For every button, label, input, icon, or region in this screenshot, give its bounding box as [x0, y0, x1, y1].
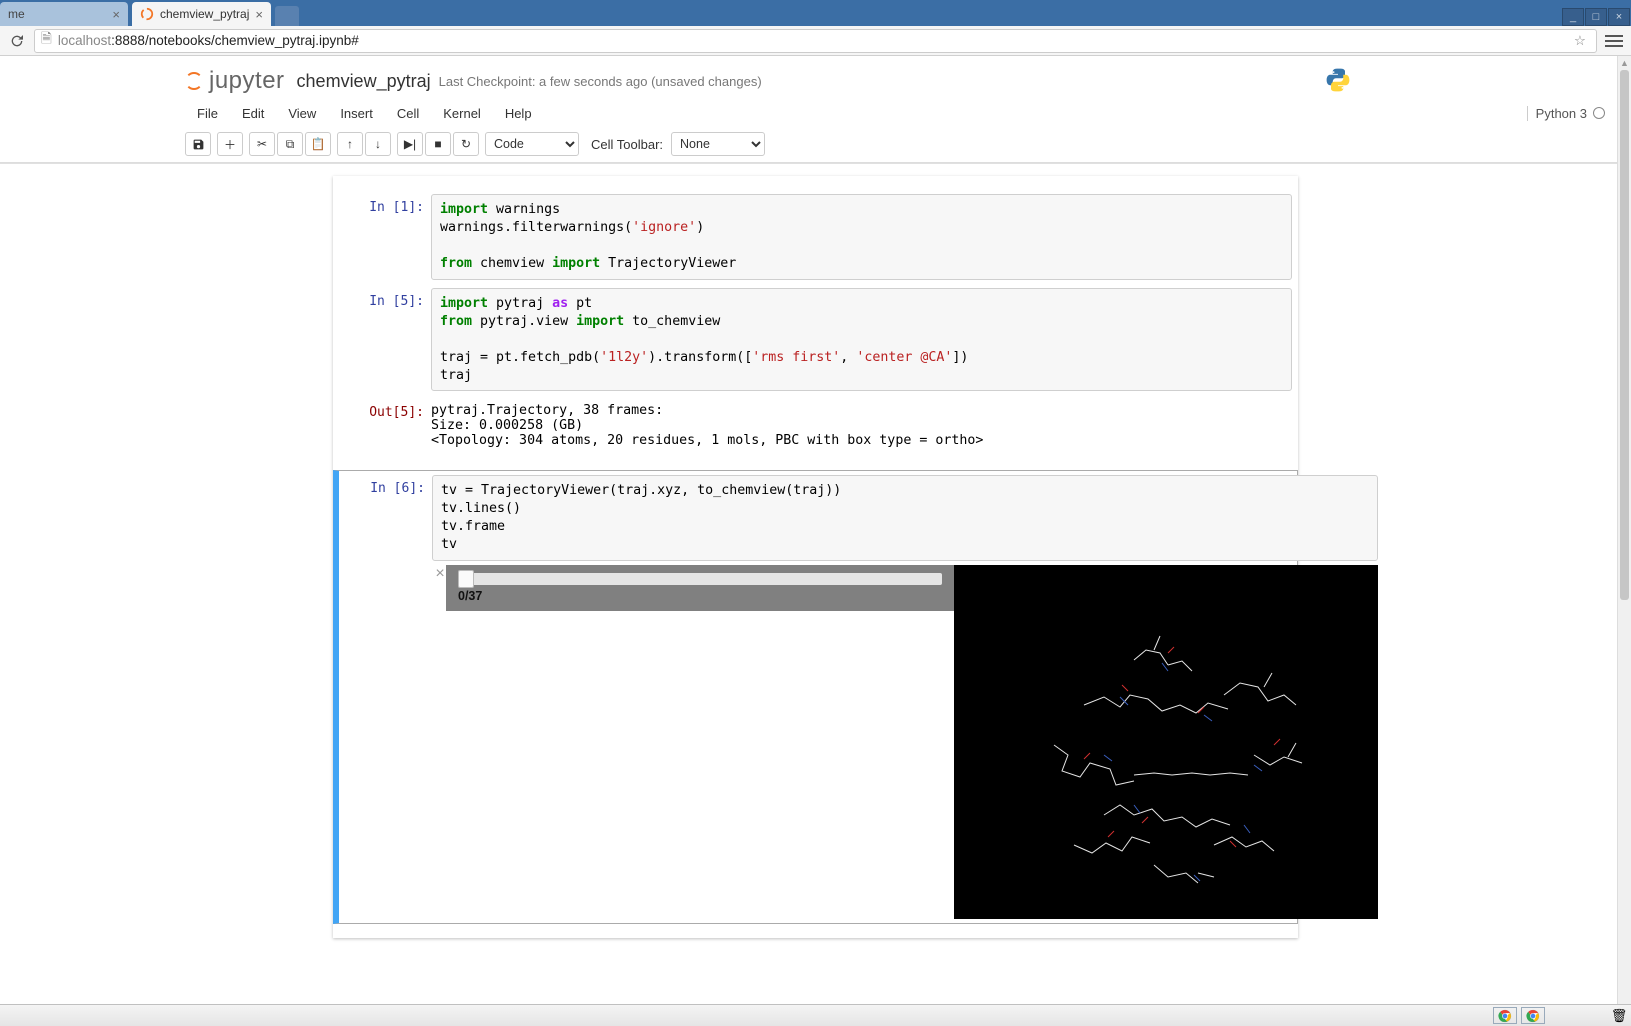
- jupyter-favicon: [140, 7, 154, 21]
- output-prompt: Out[5]:: [339, 399, 431, 456]
- new-tab-button[interactable]: [275, 6, 299, 26]
- url-path: :8888/notebooks/chemview_pytraj.ipynb#: [111, 33, 359, 48]
- tray-trash-icon[interactable]: 🗑: [1607, 1005, 1631, 1026]
- code-input[interactable]: import warnings warnings.filterwarnings(…: [431, 194, 1292, 280]
- notebook-name[interactable]: chemview_pytraj: [297, 71, 431, 92]
- output-text: pytraj.Trajectory, 38 frames: Size: 0.00…: [431, 399, 1292, 456]
- tray-chrome-icon-2[interactable]: [1521, 1007, 1545, 1024]
- code-cell[interactable]: In [5]: import pytraj as pt from pytraj.…: [333, 284, 1298, 396]
- kernel-name: Python 3: [1536, 106, 1587, 121]
- output-cell: Out[5]: pytraj.Trajectory, 38 frames: Si…: [333, 395, 1298, 460]
- code-cell[interactable]: In [1]: import warnings warnings.filterw…: [333, 190, 1298, 284]
- close-icon[interactable]: ×: [106, 7, 120, 22]
- save-button[interactable]: [185, 132, 211, 156]
- menubar: File Edit View Insert Cell Kernel Help P…: [0, 98, 1631, 128]
- url-input[interactable]: 🗎 localhost:8888/notebooks/chemview_pytr…: [34, 29, 1597, 53]
- menu-kernel[interactable]: Kernel: [431, 102, 493, 125]
- python-logo-icon: [1324, 66, 1352, 97]
- toolbar: ＋ ✂ ⧉ 📋 ↑ ↓ ▶| ■ ↻: [0, 128, 1631, 163]
- cell-toolbar-label: Cell Toolbar:: [591, 137, 663, 152]
- code-input[interactable]: tv = TrajectoryViewer(traj.xyz, to_chemv…: [432, 475, 1378, 561]
- page-scrollbar[interactable]: ▲ ▼: [1617, 56, 1631, 1026]
- maximize-button[interactable]: □: [1585, 8, 1607, 26]
- run-button[interactable]: ▶|: [397, 132, 423, 156]
- minimize-button[interactable]: _: [1562, 8, 1584, 26]
- molecule-3d-view[interactable]: [954, 565, 1378, 919]
- browser-tab-inactive[interactable]: me ×: [0, 2, 128, 26]
- system-tray: 🗑: [0, 1004, 1631, 1026]
- close-icon[interactable]: ×: [249, 7, 263, 22]
- frame-slider-panel: 0/37: [446, 565, 954, 611]
- code-input[interactable]: import pytraj as pt from pytraj.view imp…: [431, 288, 1292, 392]
- cut-button[interactable]: ✂: [249, 132, 275, 156]
- notebook-container: In [1]: import warnings warnings.filterw…: [333, 176, 1298, 938]
- browser-tab-active[interactable]: chemview_pytraj ×: [132, 2, 271, 26]
- jupyter-logo-text: jupyter: [209, 67, 285, 95]
- input-prompt: In [5]:: [339, 288, 431, 392]
- move-up-button[interactable]: ↑: [337, 132, 363, 156]
- cell-type-select[interactable]: Code: [485, 132, 579, 156]
- menu-view[interactable]: View: [276, 102, 328, 125]
- code-cell-selected[interactable]: In [6]: tv = TrajectoryViewer(traj.xyz, …: [333, 470, 1298, 924]
- page-icon: 🗎: [41, 29, 52, 52]
- frame-counter: 0/37: [458, 589, 942, 603]
- tab-title: chemview_pytraj: [160, 7, 249, 21]
- checkpoint-text: Last Checkpoint: a few seconds ago (unsa…: [439, 74, 762, 89]
- reload-button[interactable]: [6, 30, 28, 52]
- menu-file[interactable]: File: [185, 102, 230, 125]
- add-cell-button[interactable]: ＋: [217, 132, 243, 156]
- slider-thumb[interactable]: [458, 570, 474, 588]
- restart-button[interactable]: ↻: [453, 132, 479, 156]
- browser-menu-button[interactable]: [1603, 31, 1625, 51]
- jupyter-logo[interactable]: jupyter: [185, 67, 285, 95]
- move-down-button[interactable]: ↓: [365, 132, 391, 156]
- scrollbar-thumb[interactable]: [1620, 70, 1629, 600]
- browser-tab-strip: me × chemview_pytraj × _ □ ×: [0, 0, 1631, 26]
- copy-button[interactable]: ⧉: [277, 132, 303, 156]
- kernel-status-icon: [1593, 107, 1605, 119]
- interrupt-button[interactable]: ■: [425, 132, 451, 156]
- menu-help[interactable]: Help: [493, 102, 544, 125]
- input-prompt: In [1]:: [339, 194, 431, 280]
- input-prompt: In [6]:: [340, 475, 432, 919]
- trajectory-viewer-output: × 0/37: [432, 565, 1378, 919]
- tray-chrome-icon[interactable]: [1493, 1007, 1517, 1024]
- jupyter-orb-icon: [185, 72, 203, 90]
- bookmark-icon[interactable]: ☆: [1570, 33, 1590, 49]
- tab-title: me: [8, 7, 25, 21]
- cell-toolbar-select[interactable]: None: [671, 132, 765, 156]
- kernel-indicator: Python 3: [1527, 106, 1605, 121]
- address-bar: 🗎 localhost:8888/notebooks/chemview_pytr…: [0, 26, 1631, 56]
- frame-slider[interactable]: [458, 573, 942, 585]
- menu-insert[interactable]: Insert: [328, 102, 385, 125]
- menu-edit[interactable]: Edit: [230, 102, 276, 125]
- window-controls: _ □ ×: [1562, 6, 1631, 26]
- menu-cell[interactable]: Cell: [385, 102, 431, 125]
- scroll-up-arrow[interactable]: ▲: [1618, 56, 1631, 70]
- url-host: localhost: [58, 33, 111, 48]
- paste-button[interactable]: 📋: [305, 132, 331, 156]
- close-window-button[interactable]: ×: [1608, 8, 1630, 26]
